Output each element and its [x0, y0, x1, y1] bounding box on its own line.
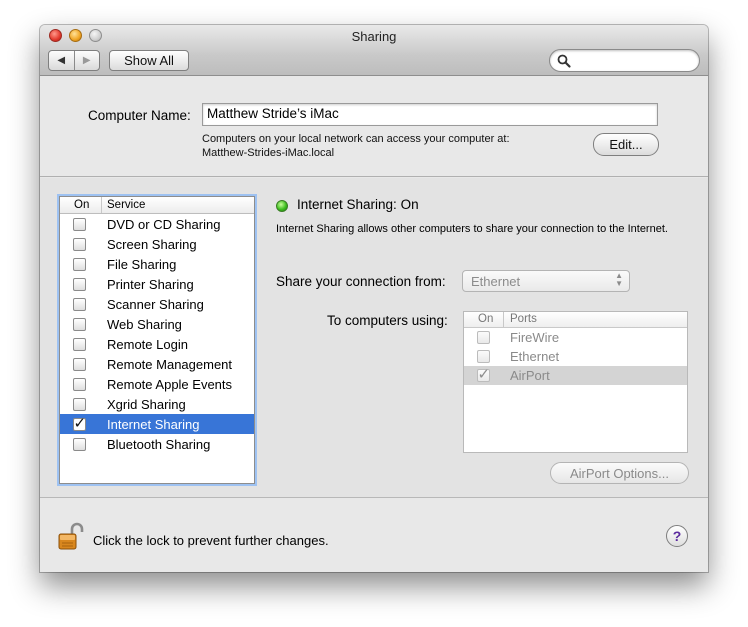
service-name: Scanner Sharing [107, 296, 204, 312]
port-checkbox-cell [464, 350, 504, 363]
service-row[interactable]: Printer Sharing [60, 274, 254, 294]
airport-options-button[interactable]: AirPort Options... [550, 462, 689, 484]
service-on-checkbox[interactable] [72, 357, 86, 371]
search-input[interactable] [574, 52, 692, 69]
port-on-checkbox[interactable] [476, 331, 490, 344]
service-name: Remote Login [107, 336, 188, 352]
window-title: Sharing [351, 29, 397, 44]
status-indicator-icon [276, 200, 288, 212]
service-checkbox-cell [60, 277, 102, 291]
port-on-checkbox[interactable] [476, 350, 490, 363]
ports-list-header: On Ports [464, 312, 687, 328]
service-on-checkbox[interactable] [72, 337, 86, 351]
service-row[interactable]: Web Sharing [60, 314, 254, 334]
ports-column-header-on[interactable]: On [464, 312, 504, 327]
service-on-checkbox[interactable] [72, 397, 86, 411]
service-on-checkbox[interactable] [72, 237, 86, 251]
port-checkbox-cell [464, 365, 504, 383]
service-row[interactable]: Remote Apple Events [60, 374, 254, 394]
service-row[interactable]: Xgrid Sharing [60, 394, 254, 414]
service-row[interactable]: Remote Management [60, 354, 254, 374]
service-on-checkbox[interactable] [72, 217, 86, 231]
service-row[interactable]: File Sharing [60, 254, 254, 274]
search-icon [557, 54, 571, 68]
service-name: Remote Apple Events [107, 376, 233, 392]
service-checkbox-cell [60, 257, 102, 271]
service-checkbox-cell [60, 414, 102, 432]
service-on-checkbox[interactable] [72, 317, 86, 331]
show-all-button[interactable]: Show All [109, 50, 189, 71]
back-arrow-icon[interactable]: ◀ [49, 51, 74, 70]
service-name: Web Sharing [107, 316, 182, 332]
service-status-title: Internet Sharing: On [297, 197, 419, 212]
service-name: Bluetooth Sharing [107, 436, 211, 452]
service-checkbox-cell [60, 337, 102, 351]
service-on-checkbox[interactable] [72, 377, 86, 391]
service-checkbox-cell [60, 297, 102, 311]
help-button[interactable]: ? [666, 525, 688, 547]
popup-arrows-icon: ▲ ▼ [615, 271, 623, 288]
to-computers-label: To computers using: [327, 313, 448, 328]
service-name: Printer Sharing [107, 276, 194, 292]
service-name: Internet Sharing [107, 416, 200, 432]
port-name: Ethernet [510, 349, 560, 364]
port-row[interactable]: AirPort [464, 365, 687, 385]
service-name: File Sharing [107, 256, 177, 272]
column-header-service[interactable]: Service [102, 197, 145, 213]
service-row[interactable]: DVD or CD Sharing [60, 214, 254, 234]
service-row[interactable]: Scanner Sharing [60, 294, 254, 314]
computer-name-field[interactable]: Matthew Stride’s iMac [202, 103, 658, 126]
lock-message: Click the lock to prevent further change… [93, 533, 329, 548]
ports-list: On Ports FireWire Ethernet AirPort [463, 311, 688, 453]
title-bar: Sharing ◀ ▶ Show All [40, 25, 708, 76]
service-on-checkbox[interactable] [72, 437, 86, 451]
share-from-popup[interactable]: Ethernet ▲ ▼ [462, 270, 630, 292]
services-list-header: On Service [60, 197, 254, 214]
services-section: On Service DVD or CD Sharing Screen Shari… [40, 178, 708, 498]
service-on-checkbox[interactable] [72, 297, 86, 311]
share-from-value: Ethernet [471, 274, 521, 289]
port-name: AirPort [510, 368, 550, 383]
service-checkbox-cell [60, 377, 102, 391]
services-list: On Service DVD or CD Sharing Screen Shari… [59, 196, 255, 484]
service-on-checkbox[interactable] [72, 277, 86, 291]
service-name: Screen Sharing [107, 236, 197, 252]
search-field[interactable] [549, 49, 700, 72]
service-on-checkbox[interactable] [72, 414, 86, 432]
port-checkbox-cell [464, 331, 504, 344]
address-description-text: Computers on your local network can acce… [202, 133, 510, 145]
service-name: DVD or CD Sharing [107, 216, 221, 232]
service-checkbox-cell [60, 237, 102, 251]
footer: Click the lock to prevent further change… [40, 499, 708, 572]
ports-column-header-ports[interactable]: Ports [504, 312, 537, 327]
port-on-checkbox[interactable] [476, 365, 490, 383]
computer-name-label: Computer Name: [88, 108, 191, 123]
share-from-label: Share your connection from: [276, 274, 446, 289]
service-checkbox-cell [60, 437, 102, 451]
service-row[interactable]: Screen Sharing [60, 234, 254, 254]
port-row[interactable]: Ethernet [464, 347, 687, 366]
computer-name-section: Computer Name: Matthew Stride’s iMac Com… [40, 77, 708, 177]
service-name: Xgrid Sharing [107, 396, 186, 412]
service-on-checkbox[interactable] [72, 257, 86, 271]
port-name: FireWire [510, 330, 560, 345]
column-header-on[interactable]: On [60, 197, 102, 213]
sharing-window: Sharing ◀ ▶ Show All Computer Name: Matt… [40, 25, 708, 572]
service-checkbox-cell [60, 397, 102, 411]
service-checkbox-cell [60, 357, 102, 371]
service-name: Remote Management [107, 356, 233, 372]
service-checkbox-cell [60, 317, 102, 331]
port-row[interactable]: FireWire [464, 328, 687, 347]
edit-button[interactable]: Edit... [593, 133, 659, 156]
service-row[interactable]: Bluetooth Sharing [60, 434, 254, 454]
local-hostname: Matthew-Strides-iMac.local [202, 147, 335, 159]
unlocked-padlock-icon[interactable] [58, 521, 84, 551]
forward-arrow-icon[interactable]: ▶ [73, 51, 100, 70]
computer-address-description: Computers on your local network can acce… [202, 132, 510, 160]
service-row[interactable]: Remote Login [60, 334, 254, 354]
service-checkbox-cell [60, 217, 102, 231]
back-forward-control: ◀ ▶ [48, 50, 100, 71]
service-description: Internet Sharing allows other computers … [276, 223, 668, 235]
service-row[interactable]: Internet Sharing [60, 414, 254, 434]
